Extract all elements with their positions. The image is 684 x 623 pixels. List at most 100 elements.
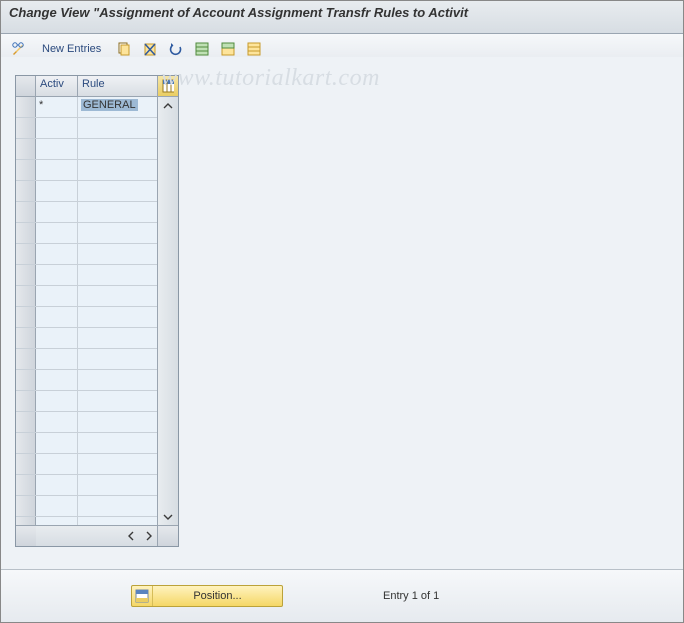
row-selector[interactable] <box>16 391 36 411</box>
column-header-rule[interactable]: Rule <box>78 76 158 96</box>
table-row[interactable] <box>16 454 158 475</box>
row-selector[interactable] <box>16 202 36 222</box>
chevron-down-icon <box>163 512 173 522</box>
cell-rule[interactable] <box>78 202 158 222</box>
cell-rule[interactable]: GENERAL <box>78 97 158 117</box>
row-selector[interactable] <box>16 349 36 369</box>
table-row[interactable] <box>16 412 158 433</box>
cell-activ[interactable] <box>36 391 78 411</box>
table-row[interactable] <box>16 160 158 181</box>
cell-rule[interactable] <box>78 475 158 495</box>
table-row[interactable] <box>16 475 158 496</box>
cell-activ[interactable] <box>36 412 78 432</box>
cell-activ[interactable] <box>36 307 78 327</box>
table-row[interactable] <box>16 265 158 286</box>
table-row[interactable] <box>16 370 158 391</box>
horizontal-scrollbar[interactable] <box>36 525 158 546</box>
table-row[interactable] <box>16 202 158 223</box>
row-selector[interactable] <box>16 496 36 516</box>
scroll-track[interactable] <box>158 115 178 508</box>
table-row[interactable] <box>16 139 158 160</box>
row-selector[interactable] <box>16 118 36 138</box>
row-selector[interactable] <box>16 244 36 264</box>
cell-activ[interactable] <box>36 328 78 348</box>
cell-rule[interactable] <box>78 412 158 432</box>
cell-activ[interactable] <box>36 286 78 306</box>
cell-activ[interactable] <box>36 370 78 390</box>
cell-rule[interactable] <box>78 349 158 369</box>
cell-rule[interactable] <box>78 370 158 390</box>
table-configure-button[interactable] <box>158 76 178 96</box>
column-header-activ[interactable]: Activ <box>36 76 78 96</box>
row-selector[interactable] <box>16 223 36 243</box>
cell-activ[interactable]: * <box>36 97 78 117</box>
cell-rule[interactable] <box>78 454 158 474</box>
row-selector[interactable] <box>16 160 36 180</box>
row-selector[interactable] <box>16 181 36 201</box>
row-selector[interactable] <box>16 454 36 474</box>
table-row[interactable] <box>16 181 158 202</box>
cell-rule-value[interactable]: GENERAL <box>81 99 138 111</box>
table-row[interactable] <box>16 496 158 517</box>
cell-activ[interactable] <box>36 349 78 369</box>
vertical-scrollbar[interactable] <box>157 97 178 526</box>
scroll-left-button[interactable] <box>122 527 140 545</box>
cell-rule[interactable] <box>78 118 158 138</box>
table-row[interactable] <box>16 433 158 454</box>
table-row[interactable] <box>16 286 158 307</box>
cell-rule[interactable] <box>78 160 158 180</box>
cell-rule[interactable] <box>78 286 158 306</box>
row-selector[interactable] <box>16 97 36 117</box>
scroll-down-button[interactable] <box>159 508 177 526</box>
table-row[interactable]: *GENERAL <box>16 97 158 118</box>
cell-activ[interactable] <box>36 202 78 222</box>
cell-activ[interactable] <box>36 475 78 495</box>
cell-rule[interactable] <box>78 328 158 348</box>
table-row[interactable] <box>16 223 158 244</box>
cell-activ[interactable] <box>36 181 78 201</box>
cell-rule[interactable] <box>78 433 158 453</box>
cell-rule[interactable] <box>78 181 158 201</box>
cell-rule[interactable] <box>78 139 158 159</box>
table-row[interactable] <box>16 307 158 328</box>
scroll-right-button[interactable] <box>140 527 158 545</box>
table-row[interactable] <box>16 349 158 370</box>
table-row[interactable] <box>16 118 158 139</box>
row-selector[interactable] <box>16 307 36 327</box>
table-row[interactable] <box>16 328 158 349</box>
row-selector[interactable] <box>16 370 36 390</box>
table-row[interactable] <box>16 244 158 265</box>
row-selector[interactable] <box>16 286 36 306</box>
cell-activ[interactable] <box>36 433 78 453</box>
cell-activ[interactable] <box>36 160 78 180</box>
row-selector[interactable] <box>16 139 36 159</box>
app-window: Change View "Assignment of Account Assig… <box>0 0 684 623</box>
cell-activ[interactable] <box>36 223 78 243</box>
watermark-text: www.tutorialkart.com <box>161 65 380 92</box>
cell-activ[interactable] <box>36 139 78 159</box>
cell-activ[interactable] <box>36 244 78 264</box>
cell-rule[interactable] <box>78 244 158 264</box>
select-all-icon <box>194 41 210 57</box>
table-row[interactable] <box>16 391 158 412</box>
cell-rule[interactable] <box>78 391 158 411</box>
cell-activ[interactable] <box>36 265 78 285</box>
select-block-icon <box>220 41 236 57</box>
cell-activ[interactable] <box>36 454 78 474</box>
row-selector[interactable] <box>16 433 36 453</box>
cell-rule[interactable] <box>78 265 158 285</box>
cell-activ[interactable] <box>36 496 78 516</box>
row-selector[interactable] <box>16 265 36 285</box>
row-selector-header[interactable] <box>16 76 36 96</box>
scroll-up-button[interactable] <box>159 97 177 115</box>
cell-rule[interactable] <box>78 223 158 243</box>
row-selector[interactable] <box>16 328 36 348</box>
cell-rule[interactable] <box>78 307 158 327</box>
table-corner <box>157 525 178 546</box>
row-selector[interactable] <box>16 412 36 432</box>
pencil-glasses-icon <box>11 41 27 57</box>
row-selector[interactable] <box>16 475 36 495</box>
cell-activ[interactable] <box>36 118 78 138</box>
cell-rule[interactable] <box>78 496 158 516</box>
position-button[interactable]: Position... <box>131 585 283 607</box>
